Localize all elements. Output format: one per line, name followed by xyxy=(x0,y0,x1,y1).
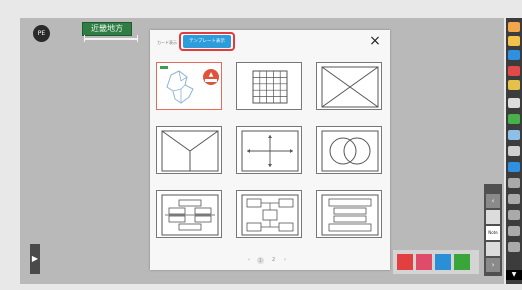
pointer-icon[interactable] xyxy=(508,36,520,46)
tab-card-view[interactable]: カード表示 xyxy=(155,37,179,49)
template-axis[interactable] xyxy=(236,126,302,174)
media-dock xyxy=(393,250,479,274)
tool-icon[interactable] xyxy=(508,194,520,204)
pager-page-2[interactable]: 2 xyxy=(272,257,275,263)
web-icon[interactable] xyxy=(508,162,520,172)
search-icon[interactable] xyxy=(508,50,520,60)
share-icon[interactable] xyxy=(454,254,470,270)
calc-icon[interactable] xyxy=(508,178,520,188)
right-toolbar xyxy=(506,18,522,284)
board-title[interactable]: 近畿地方 xyxy=(82,22,132,36)
video-icon[interactable] xyxy=(397,254,413,270)
nav-prev-button[interactable]: ‹ xyxy=(486,194,500,208)
close-icon[interactable]: × xyxy=(366,32,384,50)
toolbar-scroll-down-icon[interactable]: ▼ xyxy=(506,270,522,280)
pager-next-button[interactable]: › xyxy=(284,257,286,263)
image-icon[interactable] xyxy=(435,254,451,270)
save-icon[interactable] xyxy=(508,242,520,252)
pager-prev-button[interactable]: ‹ xyxy=(248,257,250,263)
image-insert-icon[interactable] xyxy=(508,130,520,140)
title-underline xyxy=(84,35,138,42)
page-navigator: ‹ Note › xyxy=(484,184,502,276)
document-icon[interactable] xyxy=(416,254,432,270)
template-fishbone[interactable] xyxy=(156,190,222,238)
left-panel-toggle[interactable]: ▶ xyxy=(30,244,40,274)
grid-icon[interactable] xyxy=(508,146,520,156)
eraser-icon[interactable] xyxy=(508,80,520,90)
template-venn[interactable] xyxy=(316,126,382,174)
template-grid: ▲ xyxy=(156,62,384,252)
nav-page-label[interactable]: Note xyxy=(486,226,500,240)
template-y-chart[interactable] xyxy=(156,126,222,174)
template-relation[interactable] xyxy=(236,190,302,238)
shape-icon[interactable] xyxy=(508,114,520,124)
dialog-header: カード表示 テンプレート表示 × xyxy=(150,30,390,56)
hand-icon[interactable] xyxy=(508,22,520,32)
template-x-chart[interactable] xyxy=(316,62,382,110)
layers-icon[interactable] xyxy=(508,226,520,236)
pen-icon[interactable] xyxy=(508,66,520,76)
template-matrix[interactable] xyxy=(236,62,302,110)
nav-next-button[interactable]: › xyxy=(486,258,500,272)
template-dialog: カード表示 テンプレート表示 × ▲ ‹ 1 2 › xyxy=(150,30,390,270)
settings-icon[interactable] xyxy=(508,210,520,220)
tab-template-view[interactable]: テンプレート表示 xyxy=(183,35,231,48)
app-stage: PE 近畿地方 ▶ カード表示 テンプレート表示 × ▲ ‹ 1 2 › ‹ N… xyxy=(0,0,522,290)
template-pyramid[interactable] xyxy=(316,190,382,238)
pager-current-label: 1 xyxy=(259,258,262,263)
pagination: ‹ 1 2 › xyxy=(246,256,294,266)
template-kinki-map[interactable]: ▲ xyxy=(156,62,222,110)
pe-menu-button[interactable]: PE xyxy=(33,25,50,42)
svg-text:▲: ▲ xyxy=(209,71,214,78)
text-icon[interactable] xyxy=(508,98,520,108)
